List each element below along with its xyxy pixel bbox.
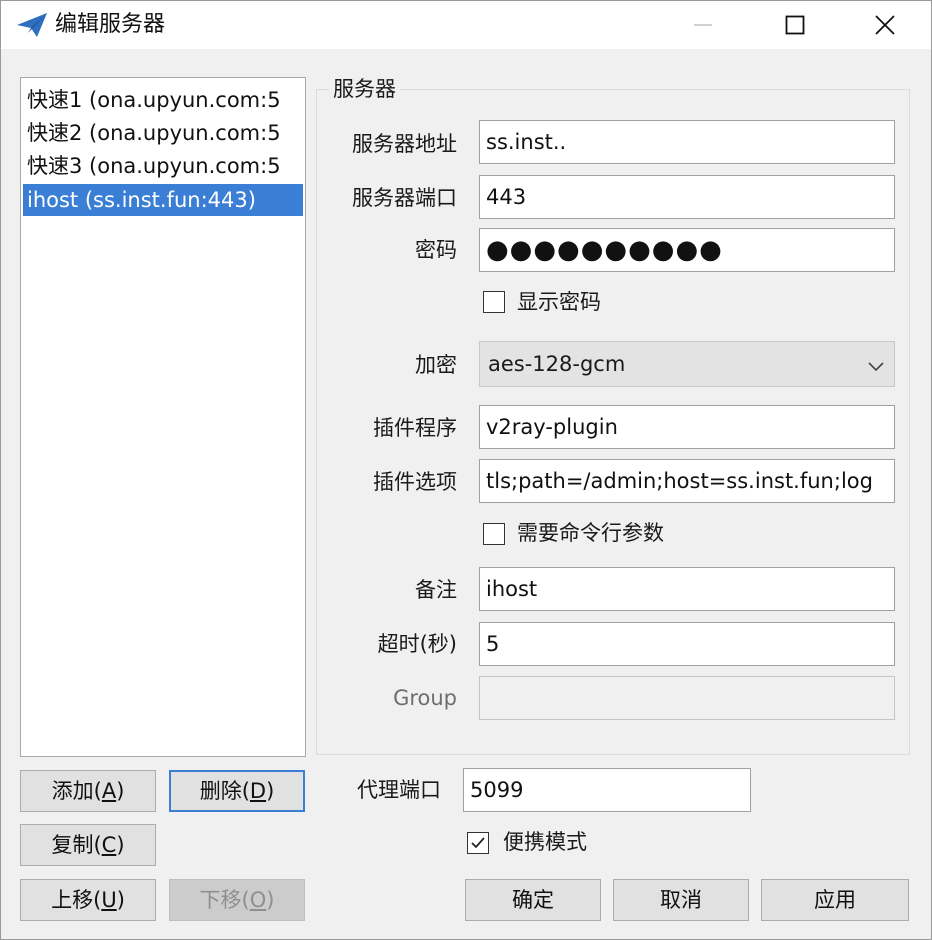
delete-button-paren: ) [266, 779, 275, 803]
password-label: 密码 [415, 238, 457, 262]
ok-button[interactable]: 确定 [465, 879, 601, 921]
minimize-icon [694, 24, 712, 26]
copy-button-text: 复制( [51, 833, 102, 857]
server-port-input[interactable]: 443 [479, 175, 895, 219]
delete-button-text: 删除( [199, 779, 250, 803]
password-input[interactable]: ●●●●●●●●●● [479, 228, 895, 272]
minimize-button[interactable] [657, 1, 749, 49]
server-address-input[interactable]: ss.inst.. [479, 120, 895, 164]
timeout-input[interactable]: 5 [479, 622, 895, 666]
server-list-item[interactable]: 快速2 (ona.upyun.com:5 [23, 117, 303, 149]
remarks-input[interactable]: ihost [479, 567, 895, 611]
move-up-button[interactable]: 上移(U) [20, 879, 156, 921]
show-password-checkbox[interactable] [483, 291, 505, 313]
server-list-item-selected[interactable]: ihost (ss.inst.fun:443) [23, 184, 303, 216]
chevron-down-icon [868, 358, 884, 377]
show-password-label: 显示密码 [517, 290, 601, 314]
move-up-button-hotkey: U [101, 888, 117, 912]
maximize-button[interactable] [749, 1, 841, 49]
delete-button-hotkey: D [249, 779, 267, 803]
need-args-label: 需要命令行参数 [517, 521, 664, 545]
add-server-button[interactable]: 添加(A) [20, 770, 156, 812]
encryption-label: 加密 [415, 353, 457, 377]
move-down-button-text: 下移( [199, 888, 250, 912]
maximize-icon [785, 15, 805, 35]
close-button[interactable] [839, 1, 931, 49]
plugin-options-input[interactable]: tls;path=/admin;host=ss.inst.fun;log [479, 459, 895, 503]
server-list-item[interactable]: 快速3 (ona.upyun.com:5 [23, 150, 303, 182]
move-down-button-paren: ) [266, 888, 275, 912]
add-button-paren: ) [116, 779, 125, 803]
move-up-button-paren: ) [116, 888, 125, 912]
title-bar[interactable]: 编辑服务器 [1, 1, 931, 49]
portable-mode-label: 便携模式 [503, 830, 587, 854]
copy-server-button[interactable]: 复制(C) [20, 824, 156, 866]
need-args-checkbox[interactable] [483, 523, 505, 545]
plugin-label: 插件程序 [373, 416, 457, 440]
add-button-hotkey: A [101, 779, 117, 803]
proxy-port-input[interactable]: 5099 [463, 768, 751, 812]
copy-button-hotkey: C [101, 833, 117, 857]
server-list[interactable]: 快速1 (ona.upyun.com:5 快速2 (ona.upyun.com:… [20, 77, 306, 757]
encryption-select[interactable]: aes-128-gcm [479, 341, 895, 387]
edit-servers-window: 编辑服务器 快速1 (ona.upyun.com:5 快速2 (ona.upyu… [0, 0, 932, 940]
timeout-label: 超时(秒) [377, 632, 457, 656]
window-title: 编辑服务器 [55, 12, 166, 37]
paper-plane-icon [15, 11, 49, 39]
remarks-label: 备注 [415, 578, 457, 602]
delete-server-button[interactable]: 删除(D) [169, 770, 305, 812]
group-input[interactable] [479, 676, 895, 720]
encryption-value: aes-128-gcm [488, 352, 626, 376]
move-down-button[interactable]: 下移(O) [169, 879, 305, 921]
move-up-button-text: 上移( [51, 888, 102, 912]
copy-button-paren: ) [116, 833, 125, 857]
group-label: Group [393, 686, 457, 710]
proxy-port-label: 代理端口 [357, 778, 441, 802]
cancel-button[interactable]: 取消 [613, 879, 749, 921]
server-port-label: 服务器端口 [352, 186, 457, 210]
server-list-item[interactable]: 快速1 (ona.upyun.com:5 [23, 84, 303, 116]
apply-button[interactable]: 应用 [761, 879, 909, 921]
add-button-text: 添加( [51, 779, 102, 803]
move-down-button-hotkey: O [249, 888, 267, 912]
portable-mode-checkbox[interactable] [467, 832, 489, 854]
close-icon [875, 15, 895, 35]
plugin-input[interactable]: v2ray-plugin [479, 405, 895, 449]
server-groupbox-title: 服务器 [329, 73, 400, 105]
plugin-options-label: 插件选项 [373, 470, 457, 494]
checkmark-icon [471, 837, 485, 849]
server-address-label: 服务器地址 [352, 132, 457, 156]
